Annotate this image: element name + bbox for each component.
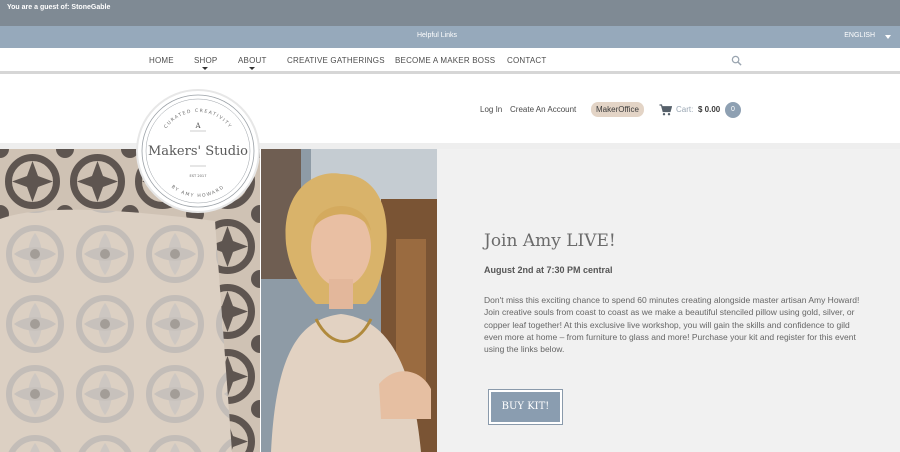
nav-item-become-maker-boss[interactable]: BECOME A MAKER BOSS [395, 56, 495, 65]
buy-kit-button[interactable]: BUY KIT! [491, 392, 560, 422]
login-link[interactable]: Log In [480, 105, 502, 114]
amy-howard-photo [261, 149, 437, 452]
nav-item-home[interactable]: HOME [149, 56, 174, 65]
makers-studio-logo[interactable]: CURATED CREATIVITY A Makers' Studio EST … [135, 88, 261, 214]
cart-amount[interactable]: $ 0.00 [698, 105, 720, 114]
nav-item-shop[interactable]: SHOP [194, 56, 217, 65]
main-nav: HOME SHOP ABOUT CREATIVE GATHERINGS BECO… [0, 48, 900, 74]
chevron-down-icon[interactable] [885, 35, 891, 39]
svg-text:A: A [194, 122, 201, 130]
guest-text: You are a guest of: StoneGable [7, 4, 111, 11]
cart-icon[interactable] [659, 104, 672, 116]
language-select[interactable]: ENGLISH [844, 32, 875, 39]
nav-item-creative-gatherings[interactable]: CREATIVE GATHERINGS [287, 56, 385, 65]
event-description: Don't miss this exciting chance to spend… [484, 295, 860, 355]
nav-item-contact[interactable]: CONTACT [507, 56, 546, 65]
search-icon[interactable] [731, 55, 742, 66]
helpful-links-bar: Helpful Links ENGLISH [0, 26, 900, 48]
event-title: Join Amy LIVE! [484, 231, 616, 251]
guest-bar: You are a guest of: StoneGable [0, 0, 900, 26]
nav-item-about[interactable]: ABOUT [238, 56, 267, 65]
svg-text:Makers' Studio: Makers' Studio [148, 144, 248, 159]
maker-office-button[interactable]: MakerOffice [591, 102, 644, 117]
chevron-down-icon[interactable] [249, 67, 255, 70]
helpful-links[interactable]: Helpful Links [0, 32, 874, 39]
event-date: August 2nd at 7:30 PM central [484, 265, 613, 275]
create-account-link[interactable]: Create An Account [510, 105, 576, 114]
cart-count-badge[interactable]: 0 [725, 102, 741, 118]
cart-label[interactable]: Cart: [676, 105, 693, 114]
chevron-down-icon[interactable] [202, 67, 208, 70]
svg-text:EST 2017: EST 2017 [189, 174, 206, 178]
